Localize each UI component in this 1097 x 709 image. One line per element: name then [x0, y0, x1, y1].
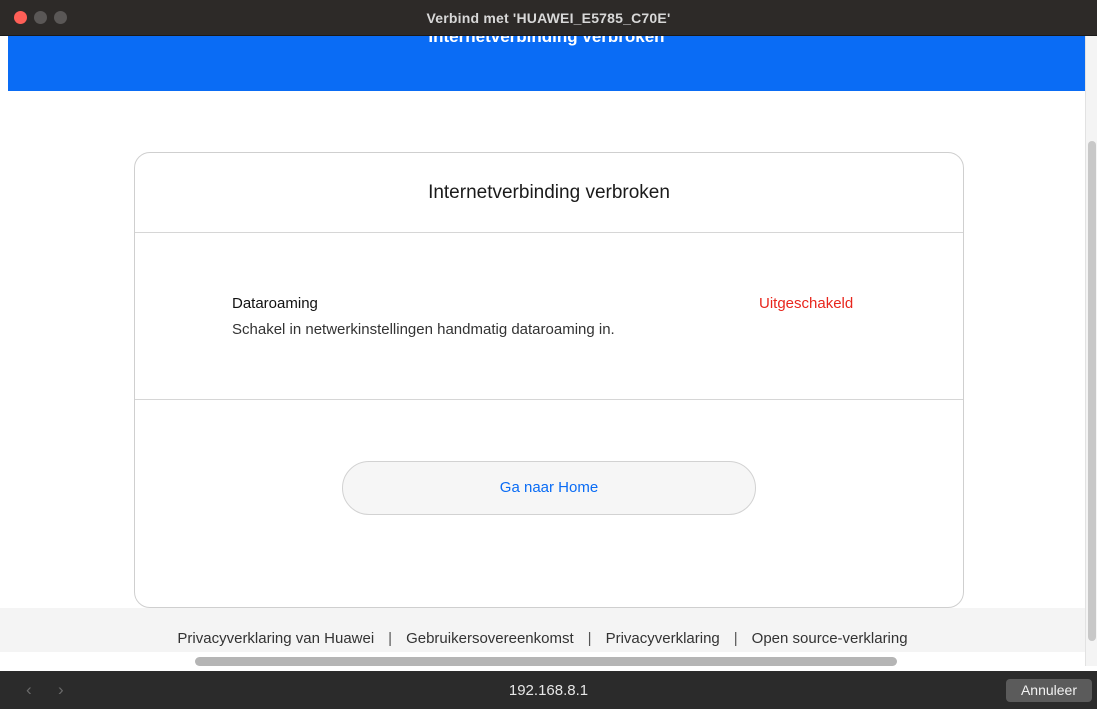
open-source-statement-link[interactable]: Open source-verklaring [752, 630, 908, 647]
footer-separator: | [733, 630, 738, 647]
status-section: Dataroaming Uitgeschakeld Schakel in net… [135, 234, 963, 400]
url-display: 192.168.8.1 [508, 682, 589, 699]
captive-portal-window: Verbind met 'HUAWEI_E5785_C70E' Internet… [0, 0, 1097, 709]
cancel-button[interactable]: Annuleer [1006, 679, 1092, 702]
horizontal-scrollbar-thumb[interactable] [195, 657, 897, 666]
title-bar: Verbind met 'HUAWEI_E5785_C70E' [0, 0, 1097, 36]
footer: Privacyverklaring van Huawei | Gebruikerso… [0, 608, 1085, 652]
card-title: Internetverbinding verbroken [135, 153, 963, 233]
window-title: Verbind met 'HUAWEI_E5785_C70E' [426, 10, 671, 26]
footer-separator: | [388, 630, 393, 647]
footer-links: Privacyverklaring van Huawei | Gebruikerso… [0, 630, 1085, 647]
status-value: Uitgeschakeld [759, 295, 854, 312]
vertical-scrollbar-thumb[interactable] [1088, 141, 1096, 641]
bottom-bar: ‹ › 192.168.8.1 Annuleer [0, 671, 1097, 709]
privacy-statement-link[interactable]: Privacyverklaring [606, 630, 720, 647]
page-header: Internetverbinding verbroken [8, 36, 1085, 91]
huawei-privacy-link[interactable]: Privacyverklaring van Huawei [177, 630, 374, 647]
connection-status-card: Internetverbinding verbroken Dataroaming… [134, 152, 964, 608]
status-name: Dataroaming [232, 295, 318, 312]
page-header-title: Internetverbinding verbroken [428, 36, 665, 46]
status-description: Schakel in netwerkinstellingen handmatig… [232, 321, 615, 338]
user-agreement-link[interactable]: Gebruikersovereenkomst [406, 630, 574, 647]
go-home-button[interactable]: Ga naar Home [342, 461, 756, 515]
footer-separator: | [587, 630, 592, 647]
vertical-scrollbar[interactable] [1085, 36, 1097, 666]
